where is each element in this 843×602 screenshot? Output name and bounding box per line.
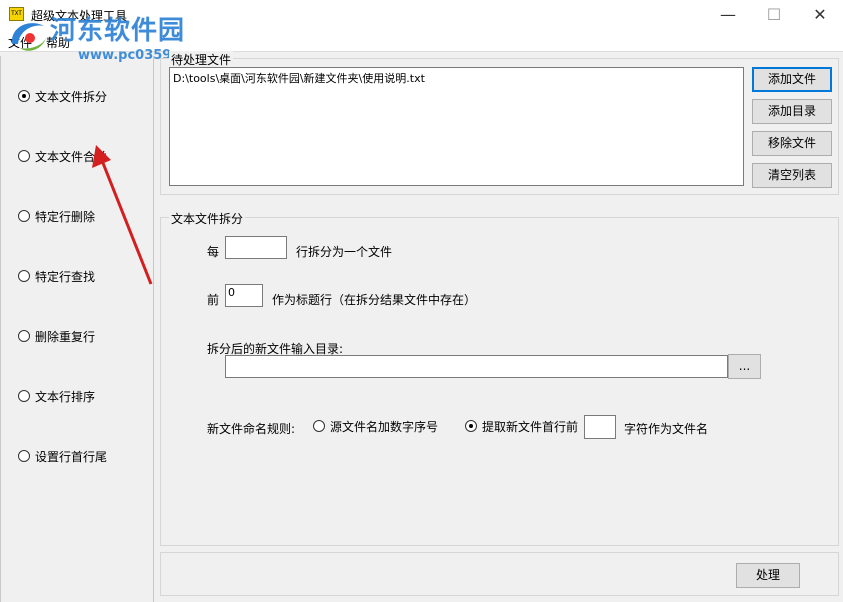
sidebar-item-label: 删除重复行 — [35, 329, 96, 344]
sidebar-item-sort[interactable]: 文本行排序 — [18, 388, 95, 404]
close-button[interactable]: ✕ — [797, 0, 843, 30]
sidebar-item-delete-lines[interactable]: 特定行删除 — [18, 208, 95, 224]
sidebar-item-label: 文本文件拆分 — [35, 89, 108, 104]
radio-sort[interactable] — [18, 390, 30, 402]
radio-merge[interactable] — [18, 150, 30, 162]
clear-list-button[interactable]: 清空列表 — [752, 163, 832, 188]
first-label: 前 — [207, 293, 220, 307]
naming-option-first-line-label: 提取新文件首行前 — [482, 419, 579, 434]
file-list[interactable]: D:\tools\桌面\河东软件园\新建文件夹\使用说明.txt — [169, 67, 744, 186]
sidebar-item-label: 文本文件合并 — [35, 149, 108, 164]
list-item[interactable]: D:\tools\桌面\河东软件园\新建文件夹\使用说明.txt — [173, 70, 425, 86]
sidebar-item-label: 文本行排序 — [35, 389, 96, 404]
split-group-legend: 文本文件拆分 — [169, 210, 246, 227]
radio-head-tail[interactable] — [18, 450, 30, 462]
browse-button[interactable]: ... — [728, 354, 761, 379]
sidebar-item-label: 特定行删除 — [35, 209, 96, 224]
sidebar-item-head-tail[interactable]: 设置行首行尾 — [18, 448, 107, 464]
every-label: 每 — [207, 245, 220, 259]
header-lines-input[interactable]: 0 — [225, 284, 263, 307]
add-file-button[interactable]: 添加文件 — [752, 67, 832, 92]
sidebar-item-find-lines[interactable]: 特定行查找 — [18, 268, 95, 284]
lines-per-file-input[interactable] — [225, 236, 287, 259]
split-options-group: 文本文件拆分 — [160, 210, 839, 546]
lines-per-file-label: 行拆分为一个文件 — [296, 245, 393, 259]
sidebar-item-merge[interactable]: 文本文件合并 — [18, 148, 107, 164]
radio-naming-first-line[interactable] — [465, 420, 477, 432]
header-lines-label: 作为标题行（在拆分结果文件中存在） — [272, 293, 477, 307]
add-directory-button[interactable]: 添加目录 — [752, 99, 832, 124]
radio-naming-sequence[interactable] — [313, 420, 325, 432]
radio-split[interactable] — [18, 90, 30, 102]
radio-delete-lines[interactable] — [18, 210, 30, 222]
naming-chars-label: 字符作为文件名 — [624, 422, 709, 436]
naming-option-first-line[interactable]: 提取新文件首行前 — [465, 418, 578, 434]
watermark-title: 河东软件园 — [50, 16, 186, 46]
remove-file-button[interactable]: 移除文件 — [752, 131, 832, 156]
naming-chars-input[interactable] — [584, 415, 616, 439]
radio-find-lines[interactable] — [18, 270, 30, 282]
sidebar-item-split[interactable]: 文本文件拆分 — [18, 88, 107, 104]
sidebar-item-label: 特定行查找 — [35, 269, 96, 284]
maximize-button[interactable]: ☐ — [751, 0, 797, 30]
naming-rule-label: 新文件命名规则: — [207, 422, 296, 436]
output-dir-input[interactable] — [225, 355, 728, 378]
process-button[interactable]: 处理 — [736, 563, 800, 588]
naming-option-sequence[interactable]: 源文件名加数字序号 — [313, 418, 438, 434]
sidebar-item-label: 设置行首行尾 — [35, 449, 108, 464]
naming-option-sequence-label: 源文件名加数字序号 — [330, 419, 439, 434]
sidebar-item-dedupe[interactable]: 删除重复行 — [18, 328, 95, 344]
watermark-logo-icon — [11, 23, 46, 51]
files-group-legend: 待处理文件 — [169, 51, 234, 68]
radio-dedupe[interactable] — [18, 330, 30, 342]
minimize-button[interactable]: — — [705, 0, 751, 30]
